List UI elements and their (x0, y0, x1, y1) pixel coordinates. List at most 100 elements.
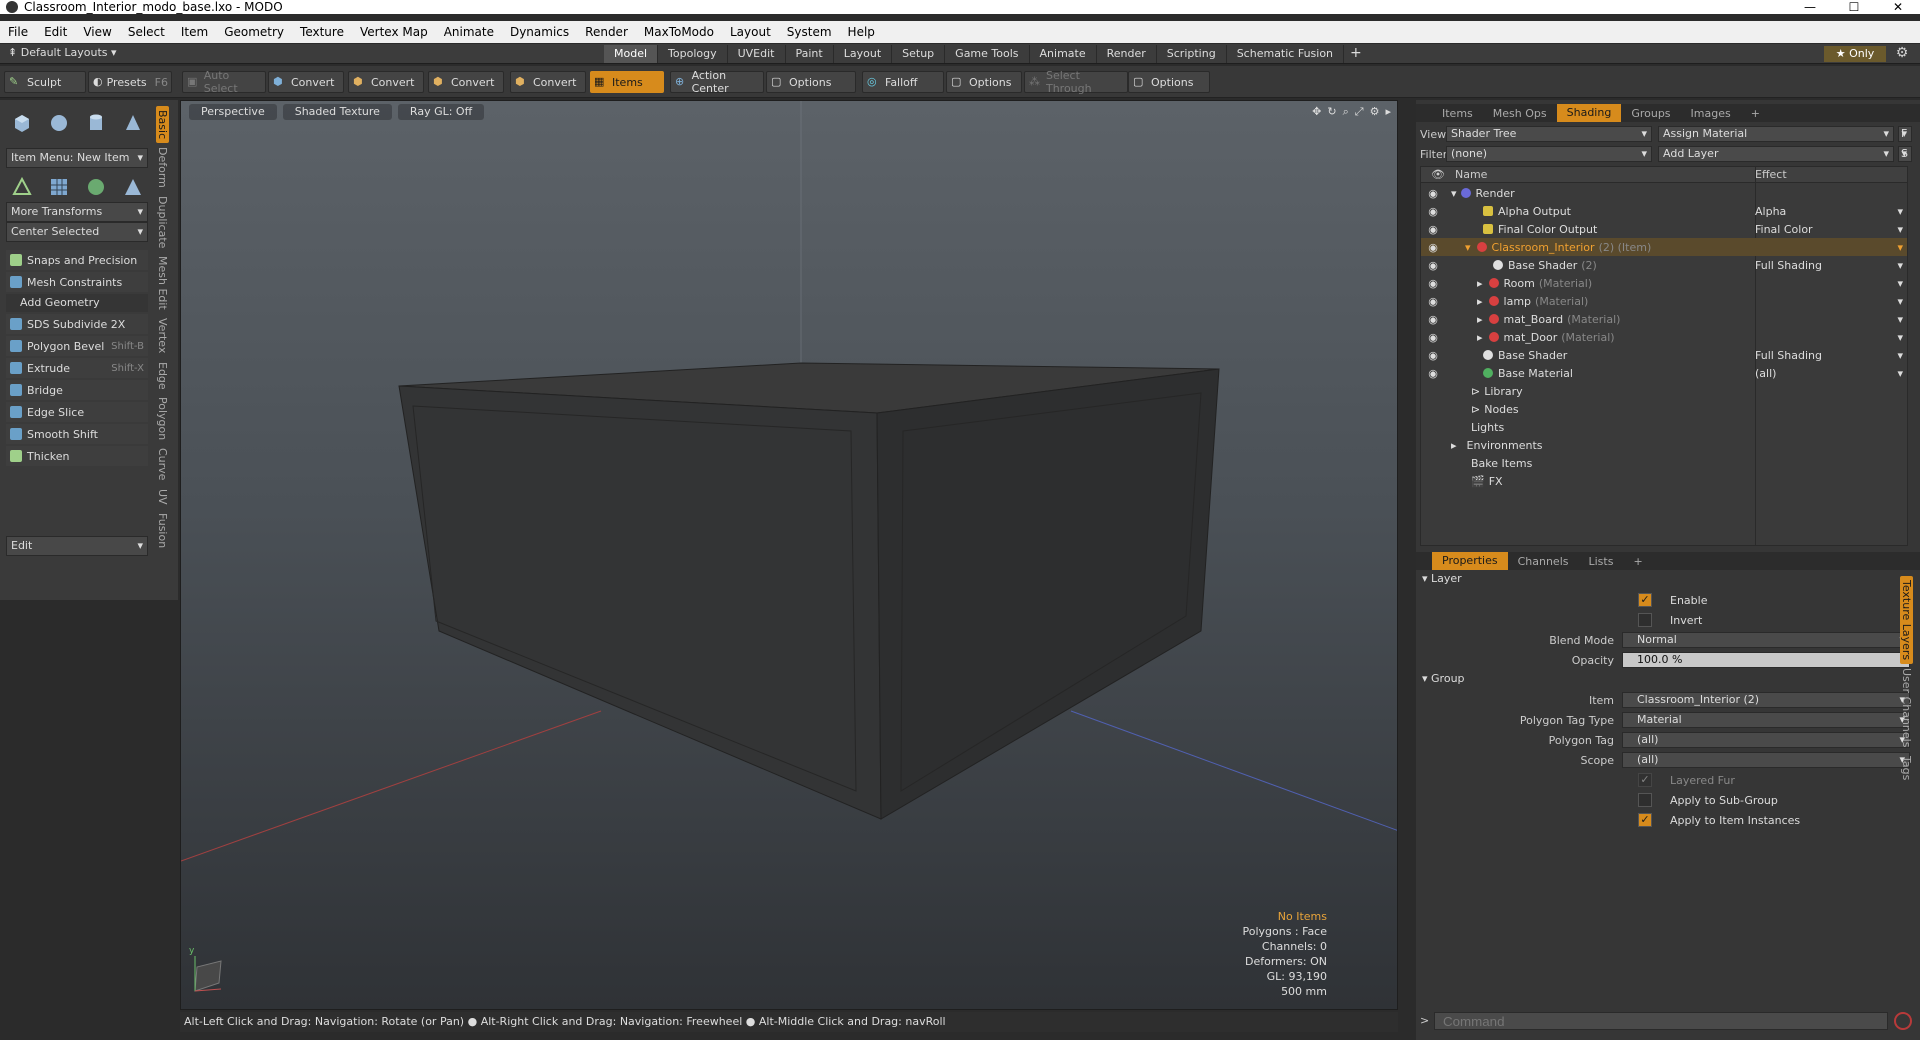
menu-system[interactable]: System (779, 25, 840, 39)
tab-groups[interactable]: Groups (1621, 107, 1680, 120)
effect-dropdown-arrow[interactable]: ▾ (1897, 295, 1903, 308)
polygon-tag-dropdown[interactable]: (all) (1622, 732, 1910, 748)
add-properties-tab-button[interactable]: + (1623, 555, 1652, 568)
edit-dropdown[interactable]: Edit (6, 536, 148, 556)
filter-dropdown[interactable]: (none) (1446, 146, 1652, 162)
item-menu-dropdown[interactable]: Item Menu: New Item (6, 148, 148, 168)
convert-button-3[interactable]: ⬢ Convert (428, 71, 504, 93)
tree-row-environments[interactable]: ▸ Environments (1421, 436, 1907, 454)
vtab-deform[interactable]: Deform (156, 143, 169, 192)
tree-row-fx[interactable]: 🎬 FX (1421, 472, 1907, 490)
tab-mesh-ops[interactable]: Mesh Ops (1483, 107, 1557, 120)
tab-uvedit[interactable]: UVEdit (727, 45, 786, 63)
effect-dropdown-arrow[interactable]: ▾ (1897, 205, 1903, 218)
tab-images[interactable]: Images (1681, 107, 1741, 120)
grid-icon[interactable] (43, 172, 75, 202)
tree-row-mat-door[interactable]: ◉ ▸ mat_Door (Material) ▾ (1421, 328, 1907, 346)
assign-f-button[interactable]: F (1898, 126, 1912, 142)
opacity-slider[interactable]: 100.0 % (1622, 652, 1910, 668)
presets-button[interactable]: ◐ Presets F6 (88, 71, 172, 93)
action-center-button[interactable]: ⊕ Action Center (670, 69, 764, 95)
polygon-bevel-button[interactable]: Polygon Bevel Shift-B (6, 336, 148, 356)
menu-file[interactable]: File (0, 25, 36, 39)
add-panel-tab-button[interactable]: + (1741, 107, 1770, 120)
menu-vertex-map[interactable]: Vertex Map (352, 25, 436, 39)
thicken-button[interactable]: Thicken (6, 446, 148, 466)
menu-edit[interactable]: Edit (36, 25, 75, 39)
menu-render[interactable]: Render (577, 25, 636, 39)
eye-icon[interactable]: ◉ (1427, 241, 1439, 254)
tab-model[interactable]: Model (604, 45, 659, 63)
effect-dropdown-arrow[interactable]: ▾ (1897, 223, 1903, 236)
tab-schematic-fusion[interactable]: Schematic Fusion (1226, 45, 1345, 63)
smooth-shift-button[interactable]: Smooth Shift (6, 424, 148, 444)
effect-dropdown-arrow[interactable]: ▾ (1897, 349, 1903, 362)
effect-dropdown-arrow[interactable]: ▾ (1897, 313, 1903, 326)
menu-maxtomodo[interactable]: MaxToModo (636, 25, 722, 39)
tree-row-mat-board[interactable]: ◉ ▸ mat_Board (Material) ▾ (1421, 310, 1907, 328)
tab-items[interactable]: Items (1432, 107, 1483, 120)
vtab-vertex[interactable]: Vertex (156, 314, 169, 357)
apply-sub-group-checkbox[interactable] (1622, 792, 1654, 808)
menu-item[interactable]: Item (173, 25, 216, 39)
menu-geometry[interactable]: Geometry (216, 25, 292, 39)
pyramid-icon[interactable] (117, 172, 149, 202)
sphere-icon[interactable] (43, 108, 75, 138)
cylinder-icon[interactable] (80, 108, 112, 138)
sculpt-button[interactable]: ✎ Sculpt (4, 71, 86, 93)
tree-row-base-shader-2[interactable]: ◉ Base Shader (2) Full Shading ▾ (1421, 256, 1907, 274)
tree-row-lights[interactable]: Lights (1421, 418, 1907, 436)
falloff-button[interactable]: ◎ Falloff (862, 71, 944, 93)
convert-button-4[interactable]: ⬢ Convert (510, 71, 586, 93)
vtab-texture-layers[interactable]: Texture Layers (1900, 576, 1913, 665)
eye-icon[interactable]: ◉ (1427, 295, 1439, 308)
maximize-button[interactable]: ☐ (1832, 0, 1876, 14)
eye-icon[interactable]: ◉ (1427, 367, 1439, 380)
vtab-duplicate[interactable]: Duplicate (156, 192, 169, 252)
tree-row-render[interactable]: ◉ ▾ Render (1421, 184, 1907, 202)
options-button-1[interactable]: ▢ Options (766, 71, 856, 93)
menu-animate[interactable]: Animate (436, 25, 502, 39)
eye-icon[interactable]: ◉ (1427, 349, 1439, 362)
tab-scripting[interactable]: Scripting (1156, 45, 1227, 63)
eye-icon[interactable]: ◉ (1427, 223, 1439, 236)
vtab-fusion[interactable]: Fusion (156, 509, 169, 552)
cone-icon[interactable] (117, 108, 149, 138)
enable-checkbox[interactable]: ✓ (1622, 592, 1654, 608)
tree-row-base-shader[interactable]: ◉ Base Shader Full Shading ▾ (1421, 346, 1907, 364)
add-tab-button[interactable]: + (1344, 45, 1368, 63)
tab-animate[interactable]: Animate (1029, 45, 1097, 63)
effect-dropdown-arrow[interactable]: ▾ (1897, 241, 1903, 254)
convert-button-2[interactable]: ⬢ Convert (348, 71, 424, 93)
vtab-polygon[interactable]: Polygon (156, 393, 169, 444)
menu-dynamics[interactable]: Dynamics (502, 25, 577, 39)
vtab-user-channels[interactable]: User Channels (1900, 664, 1913, 751)
tree-row-base-material[interactable]: ◉ Base Material (all) ▾ (1421, 364, 1907, 382)
3d-viewport[interactable]: Perspective Shaded Texture Ray GL: Off ✥… (180, 100, 1398, 1010)
tab-shading[interactable]: Shading (1556, 104, 1622, 122)
assign-material-dropdown[interactable]: Assign Material (1658, 126, 1894, 142)
close-button[interactable]: ✕ (1876, 0, 1920, 14)
move-icon[interactable] (6, 172, 38, 202)
vtab-basic[interactable]: Basic (156, 106, 169, 144)
extrude-button[interactable]: Extrude Shift-X (6, 358, 148, 378)
eye-icon[interactable]: ◉ (1427, 313, 1439, 326)
record-icon[interactable] (1894, 1012, 1912, 1030)
vtab-edge[interactable]: Edge (156, 358, 169, 394)
layer-section[interactable]: ▾ Layer (1422, 570, 1892, 588)
add-layer-s-button[interactable]: S (1898, 146, 1912, 162)
scope-dropdown[interactable]: (all) (1622, 752, 1910, 768)
menu-texture[interactable]: Texture (292, 25, 352, 39)
effect-dropdown-arrow[interactable]: ▾ (1897, 331, 1903, 344)
minimize-button[interactable]: — (1788, 0, 1832, 14)
default-layouts-dropdown[interactable]: ⇞ Default Layouts ▾ (8, 46, 117, 59)
vtab-uv[interactable]: UV (156, 485, 169, 509)
tab-setup[interactable]: Setup (892, 45, 946, 63)
tab-layout[interactable]: Layout (833, 45, 893, 63)
command-input[interactable] (1434, 1012, 1888, 1030)
menu-help[interactable]: Help (840, 25, 883, 39)
tab-lists[interactable]: Lists (1579, 555, 1624, 568)
edge-slice-button[interactable]: Edge Slice (6, 402, 148, 422)
tab-topology[interactable]: Topology (658, 45, 728, 63)
eye-icon[interactable]: ◉ (1427, 277, 1439, 290)
